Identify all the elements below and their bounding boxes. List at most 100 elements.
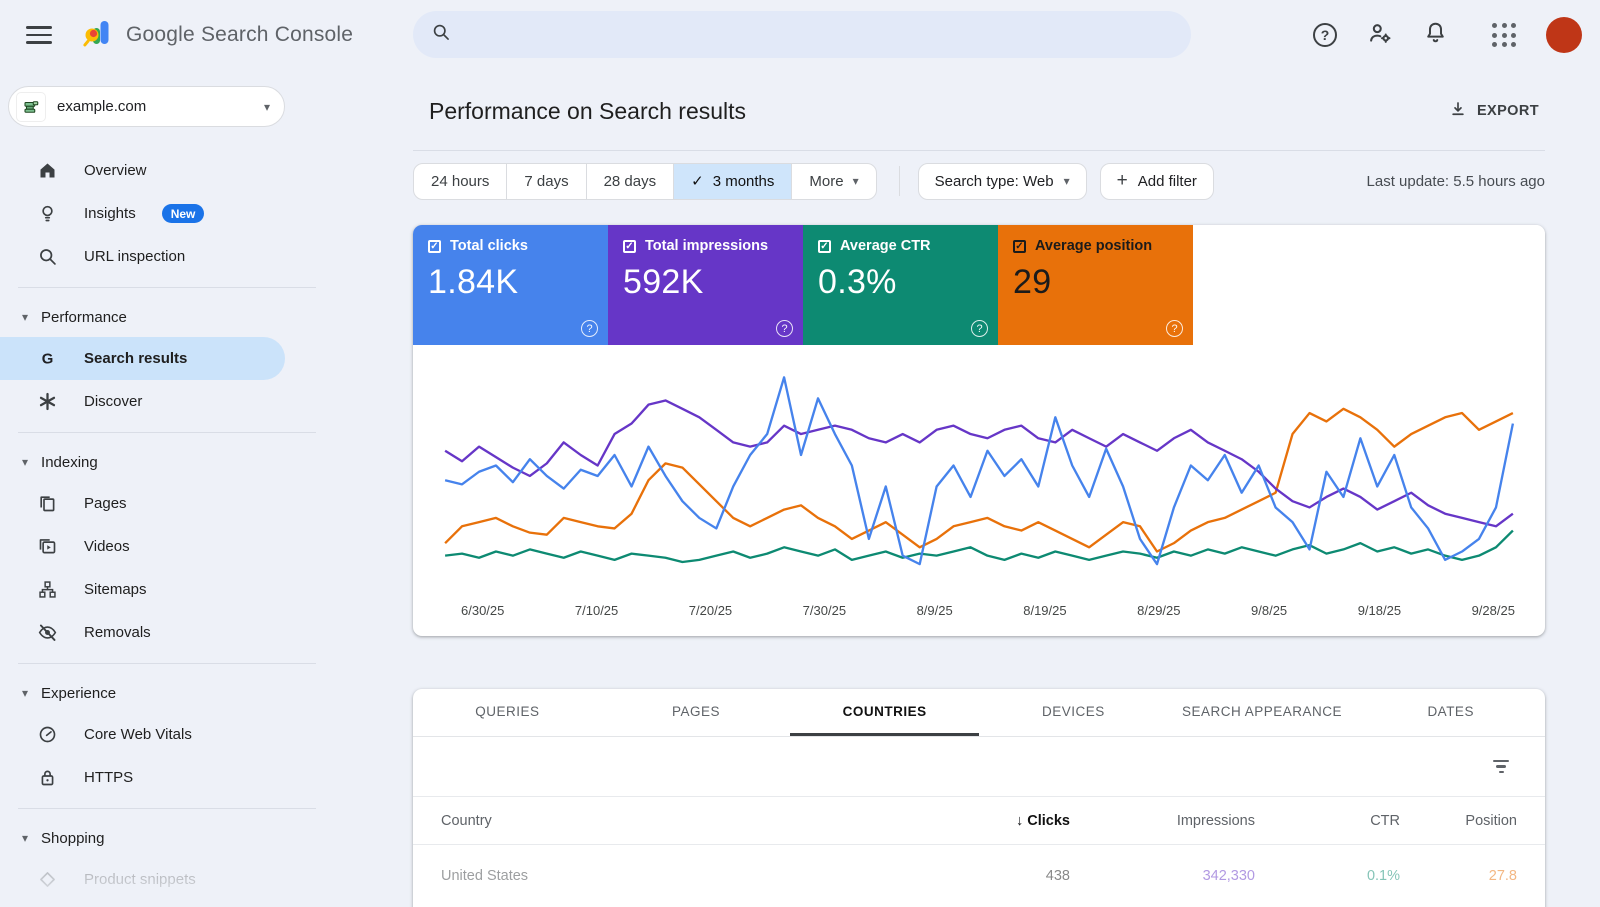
sidebar-item-url-inspection[interactable]: URL inspection [0,235,340,278]
table-row[interactable]: United States 438 342,330 0.1% 27.8 [413,845,1545,907]
x-axis-label: 8/9/25 [917,603,953,618]
x-axis-labels: 6/30/257/10/257/20/257/30/258/9/258/19/2… [413,597,1545,636]
average-ctr-tile[interactable]: ✓ Average CTR 0.3% ? [803,225,998,345]
download-icon [1449,100,1467,122]
range-3-months[interactable]: ✓ 3 months [674,164,792,199]
x-axis-label: 7/20/25 [689,603,732,618]
tab-queries[interactable]: QUERIES [413,689,602,736]
add-filter-button[interactable]: + Add filter [1100,163,1214,200]
menu-icon[interactable] [26,26,52,44]
chart-line-ctr [445,531,1513,562]
help-icon[interactable]: ? [971,320,988,337]
column-impressions[interactable]: Impressions [1070,813,1255,829]
range-more[interactable]: More ▾ [792,164,875,199]
section-experience[interactable]: ▾ Experience [0,673,340,713]
sidebar-item-https[interactable]: HTTPS [0,756,340,799]
help-icon[interactable]: ? [1313,23,1337,47]
chart-line-position [445,409,1513,552]
metric-tiles: ✓ Total clicks 1.84K ? ✓ Total impressio… [413,225,1545,345]
checkbox-checked-icon[interactable]: ✓ [818,240,831,253]
row-ctr-value: 0.1% [1255,868,1400,884]
last-update-text: Last update: 5.5 hours ago [1367,173,1545,190]
row-clicks-value: 438 [920,868,1070,884]
caret-down-icon: ▾ [22,831,28,845]
checkbox-checked-icon[interactable]: ✓ [1013,240,1026,253]
table-filter-icon[interactable] [1487,754,1515,780]
caret-down-icon: ▾ [1064,174,1070,188]
main-content: Performance on Search results EXPORT 24 … [413,70,1545,907]
app-logo[interactable]: Google Search Console [80,16,353,55]
lock-icon [36,767,58,788]
sidebar-item-videos[interactable]: Videos [0,525,340,568]
tab-devices[interactable]: DEVICES [979,689,1168,736]
search-console-logo-icon [80,16,114,55]
help-icon[interactable]: ? [776,320,793,337]
user-settings-icon[interactable] [1367,20,1393,51]
sitemap-tree-icon [36,579,58,600]
tab-countries[interactable]: COUNTRIES [790,689,979,736]
sidebar-item-discover[interactable]: Discover [0,380,340,423]
checkbox-checked-icon[interactable]: ✓ [623,240,636,253]
tab-dates[interactable]: DATES [1356,689,1545,736]
column-clicks-sorted[interactable]: ↓Clicks [920,813,1070,829]
sidebar-item-sitemaps[interactable]: Sitemaps [0,568,340,611]
sort-descending-icon: ↓ [1016,813,1023,829]
sidebar-item-overview[interactable]: Overview [0,149,340,192]
sidebar-item-product-snippets[interactable]: Product snippets [0,858,340,901]
sidebar-item-pages[interactable]: Pages [0,482,340,525]
x-axis-label: 7/10/25 [575,603,618,618]
property-selector[interactable]: example.com ▾ [8,86,285,127]
row-country-value[interactable]: United States [413,868,920,884]
column-ctr[interactable]: CTR [1255,813,1400,829]
average-position-tile[interactable]: ✓ Average position 29 ? [998,225,1193,345]
row-position-value: 27.8 [1400,868,1545,884]
tiles-spacer [1193,225,1545,345]
x-axis-label: 9/8/25 [1251,603,1287,618]
google-apps-icon[interactable] [1492,23,1516,47]
tab-pages[interactable]: PAGES [602,689,791,736]
x-axis-label: 8/29/25 [1137,603,1180,618]
total-clicks-tile[interactable]: ✓ Total clicks 1.84K ? [413,225,608,345]
app-title: Google Search Console [126,23,353,47]
diamond-icon [36,869,58,890]
total-impressions-tile[interactable]: ✓ Total impressions 592K ? [608,225,803,345]
chart-line-clicks [445,377,1513,564]
checkbox-checked-icon[interactable]: ✓ [428,240,441,253]
export-button[interactable]: EXPORT [1445,94,1543,128]
table-toolbar [413,737,1545,797]
divider [18,432,316,433]
new-badge: New [162,204,205,223]
section-shopping[interactable]: ▾ Shopping [0,818,340,858]
x-axis-label: 9/18/25 [1358,603,1401,618]
range-7-days[interactable]: 7 days [507,164,586,199]
x-axis-label: 8/19/25 [1023,603,1066,618]
performance-chart-card: ✓ Total clicks 1.84K ? ✓ Total impressio… [413,225,1545,636]
total-clicks-value: 1.84K [428,263,593,302]
sidebar-item-core-web-vitals[interactable]: Core Web Vitals [0,713,340,756]
help-icon[interactable]: ? [1166,320,1183,337]
sidebar-item-insights[interactable]: Insights New [0,192,340,235]
search-input[interactable] [463,11,1191,58]
caret-down-icon: ▾ [853,174,859,188]
magnifier-icon [36,246,58,267]
tab-search-appearance[interactable]: SEARCH APPEARANCE [1168,689,1357,736]
x-axis-label: 9/28/25 [1472,603,1515,618]
total-impressions-value: 592K [623,263,788,302]
caret-down-icon: ▾ [22,310,28,324]
account-avatar[interactable] [1546,17,1582,53]
sidebar-item-search-results[interactable]: G Search results [0,337,285,380]
section-performance[interactable]: ▾ Performance [0,297,340,337]
sidebar-item-removals[interactable]: Removals [0,611,340,654]
discover-asterisk-icon [36,391,58,412]
global-search[interactable] [413,11,1191,58]
help-icon[interactable]: ? [581,320,598,337]
column-position[interactable]: Position [1400,813,1545,829]
notifications-bell-icon[interactable] [1423,20,1448,50]
column-country[interactable]: Country [413,813,920,829]
search-type-dropdown[interactable]: Search type: Web ▾ [918,163,1087,200]
range-24-hours[interactable]: 24 hours [414,164,507,199]
performance-chart [413,345,1545,597]
range-28-days[interactable]: 28 days [587,164,675,199]
average-ctr-value: 0.3% [818,263,983,302]
section-indexing[interactable]: ▾ Indexing [0,442,340,482]
